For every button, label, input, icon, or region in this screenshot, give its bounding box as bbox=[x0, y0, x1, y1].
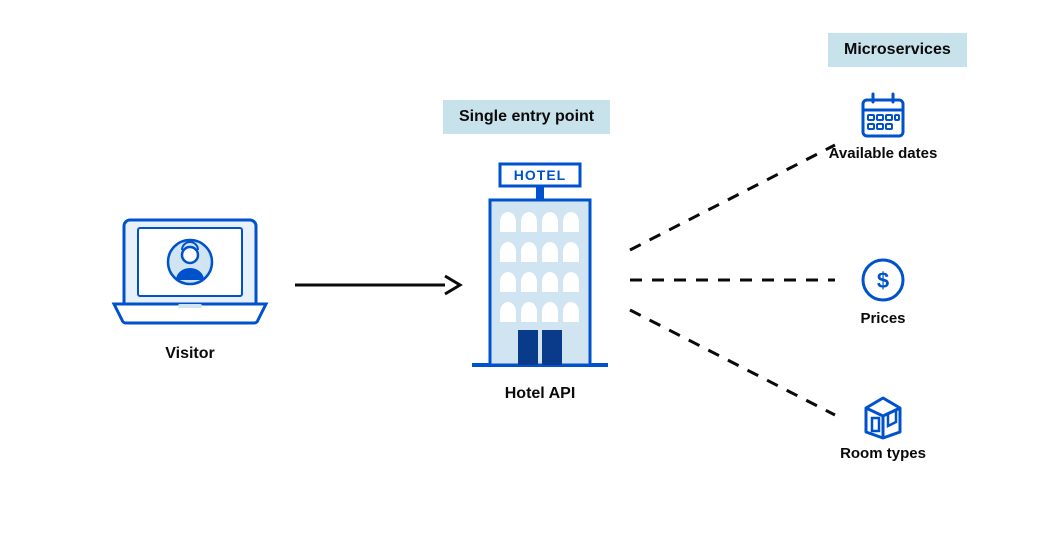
room-types-label: Room types bbox=[823, 445, 943, 462]
svg-text:$: $ bbox=[877, 268, 889, 293]
calendar-icon bbox=[858, 90, 908, 145]
available-dates-label: Available dates bbox=[823, 145, 943, 162]
prices-label: Prices bbox=[823, 310, 943, 327]
dollar-icon: $ bbox=[858, 255, 908, 310]
api-gateway-diagram: Single entry point Microservices Visitor bbox=[0, 0, 1063, 555]
room-icon bbox=[858, 390, 908, 445]
